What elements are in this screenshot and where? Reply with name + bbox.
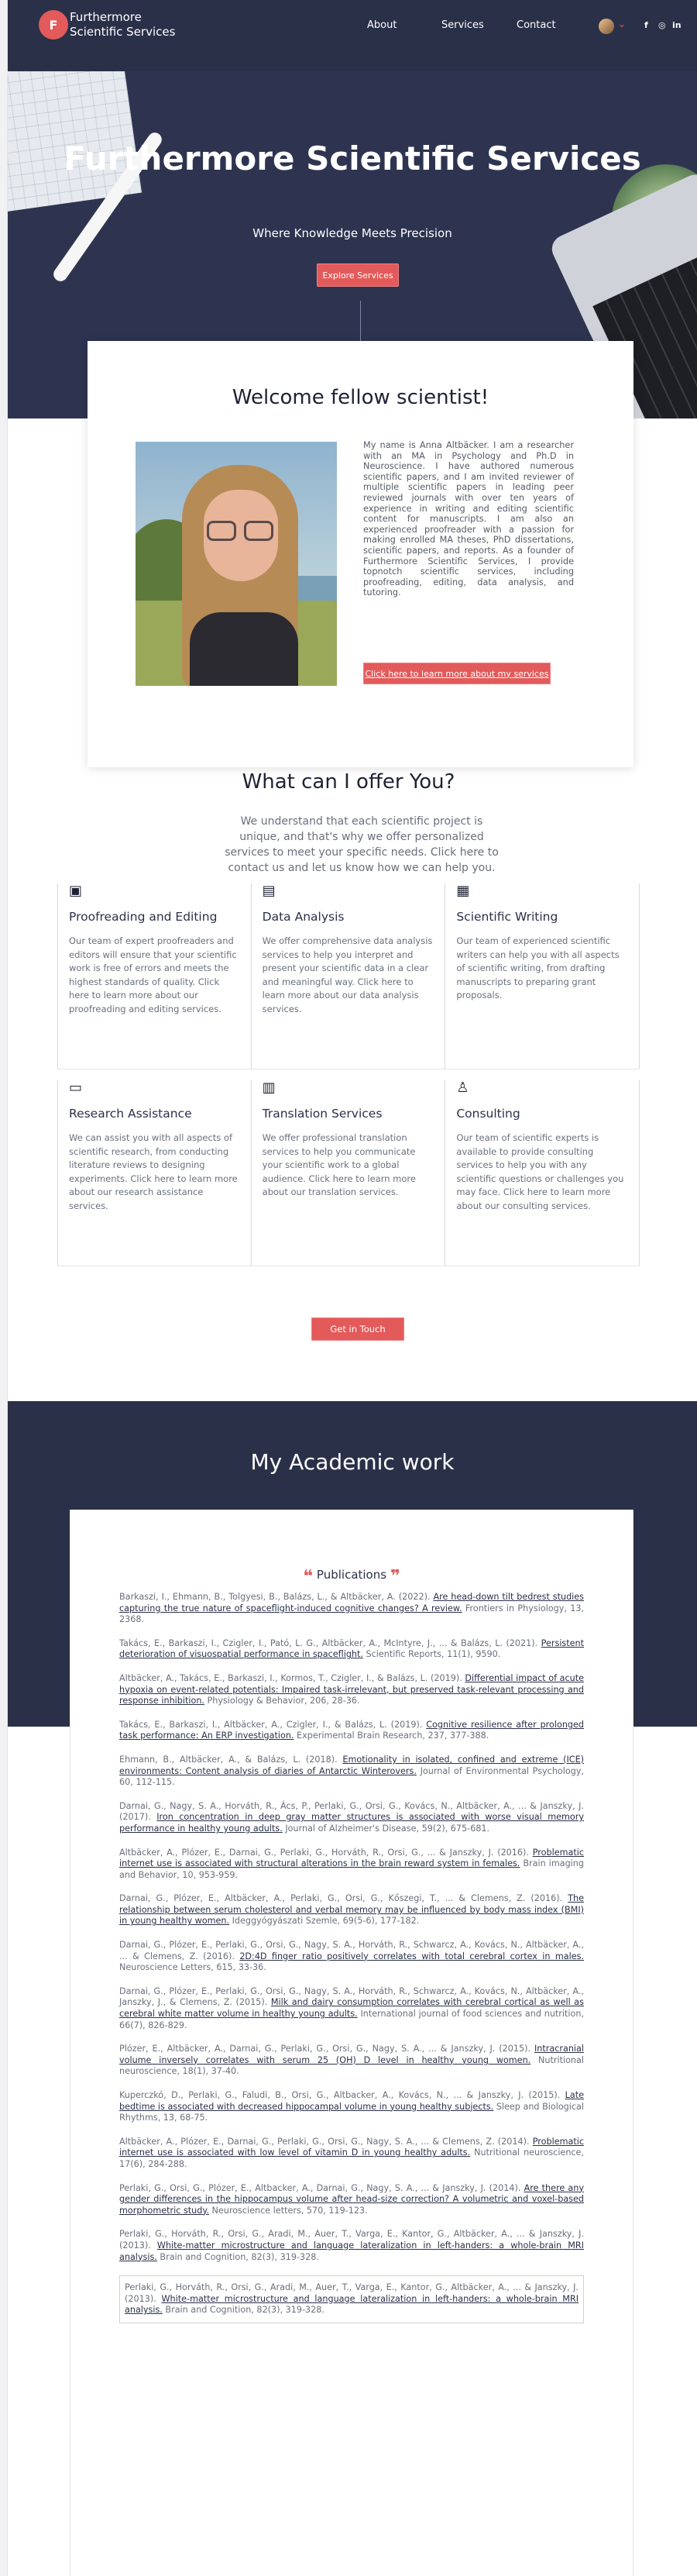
publication-entry: Ehmann, B., Altbäcker, A., & Balázs, L. … [119, 1755, 584, 1789]
publication-source: Ideggyógyászati Szemle, 69(5-6), 177-182… [229, 1916, 420, 1927]
publication-authors: Barkaszi, I., Ehmann, B., Tolgyesi, B., … [119, 1592, 434, 1602]
publication-source: Neuroscience Letters, 615, 33-36. [119, 1962, 266, 1973]
service-title: Translation Services [262, 1107, 383, 1121]
publications-heading: ❝ Publications ❞ [70, 1567, 633, 1586]
service-description: Our team of experienced scientific write… [456, 935, 620, 1000]
publication-list: Barkaszi, I., Ehmann, B., Tolgyesi, B., … [119, 1592, 584, 2336]
document-icon: ▥ [262, 1080, 276, 1096]
publication-entry: Altbäcker, A., Takács, E., Barkaszi, I.,… [119, 1673, 584, 1707]
publication-entry: Altbäcker, A., Plózer, E., Darnai, G., P… [119, 1848, 584, 1882]
publication-authors: Darnai, G., Plózer, E., Altbäcker, A., P… [119, 1893, 568, 1904]
nav-about[interactable]: About [367, 19, 397, 31]
publication-source: Neuroscience letters, 570, 119-123. [208, 2205, 368, 2216]
publication-entry: Darnai, G., Nagy, S. A., Horváth, R., Ác… [119, 1801, 584, 1835]
publication-entry: Altbäcker, A., Plózer, E., Darnai, G., P… [119, 2137, 584, 2171]
publication-entry: Plózer, E., Altbäcker, A., Darnai, G., P… [119, 2044, 584, 2078]
service-description: Our team of expert proofreaders and edit… [69, 935, 237, 1014]
publication-source: Journal of Alzheimer's Disease, 59(2), 6… [282, 1823, 490, 1834]
page: F Furthermore Scientific Services About … [0, 0, 697, 2576]
publication-authors: Ehmann, B., Altbäcker, A., & Balázs, L. … [119, 1754, 343, 1765]
publication-entry: Darnai, G., Plózer, E., Altbäcker, A., P… [119, 1893, 584, 1927]
service-title: Scientific Writing [456, 910, 558, 924]
service-translation[interactable]: ▥ Translation Services We offer professi… [251, 1080, 446, 1266]
folder-icon: ▣ [69, 883, 83, 899]
publication-source: Brain and Cognition, 82(3), 319-328. [156, 2251, 319, 2262]
publication-authors: Takács, E., Barkaszi, I., Czigler, I., P… [119, 1638, 541, 1648]
services-row-2: ▭ Research Assistance We can assist you … [57, 1080, 640, 1266]
publication-source: Brain and Cognition, 82(3), 319-328. [162, 2305, 324, 2316]
nav-services[interactable]: Services [441, 19, 484, 31]
services-row-1: ▣ Proofreading and Editing Our team of e… [57, 883, 640, 1069]
publications-label: Publications [316, 1568, 387, 1582]
publication-source: Scientific Reports, 11(1), 9590. [362, 1649, 501, 1660]
publication-entry: Kuperczkó, D., Perlaki, G., Faludi, B., … [119, 2090, 584, 2124]
user-avatar-icon[interactable] [599, 19, 614, 34]
service-description: Our team of scientific experts is availa… [456, 1132, 624, 1211]
publication-entry: Barkaszi, I., Ehmann, B., Tolgyesi, B., … [119, 1592, 584, 1626]
person-icon: ♙ [456, 1080, 469, 1096]
service-consulting[interactable]: ♙ Consulting Our team of scientific expe… [445, 1080, 640, 1266]
publication-entry: Perlaki, G., Horváth, R., Orsi, G., Arad… [119, 2229, 584, 2263]
service-research-assistance[interactable]: ▭ Research Assistance We can assist you … [57, 1080, 252, 1266]
left-gutter [0, 0, 8, 2576]
publication-entry: Perlaki, G., Orsi, G., Plózer, E., Altba… [119, 2183, 584, 2217]
portrait-photo [136, 442, 337, 686]
chat-icon: ▤ [262, 883, 276, 899]
facebook-icon[interactable]: f [644, 20, 648, 30]
hero-title: Furthermore Scientific Services [64, 139, 641, 177]
service-description: We offer comprehensive data analysis ser… [262, 935, 433, 1014]
nav-contact[interactable]: Contact [517, 19, 556, 31]
service-description: We offer professional translation servic… [262, 1132, 416, 1197]
service-description: We can assist you with all aspects of sc… [69, 1132, 238, 1211]
publication-entry: Darnai, G., Plózer, E., Perlaki, G., Ors… [119, 1986, 584, 2031]
academic-title: My Academic work [250, 1449, 455, 1475]
instagram-icon[interactable]: ◎ [658, 20, 666, 30]
site-logo-text[interactable]: Furthermore Scientific Services [70, 10, 194, 40]
publication-entry: Takács, E., Barkaszi, I., Czigler, I., P… [119, 1638, 584, 1661]
get-in-touch-button[interactable]: Get in Touch [311, 1317, 404, 1341]
publication-authors: Takács, E., Barkaszi, I., Altbäcker, A.,… [119, 1719, 427, 1730]
close-quote-icon: ❞ [390, 1567, 400, 1586]
publication-authors: Altbäcker, A., Takács, E., Barkaszi, I.,… [119, 1672, 465, 1683]
publication-entry: Perlaki, G., Horváth, R., Orsi, G., Arad… [119, 2275, 584, 2323]
laptop-icon: ▭ [69, 1080, 83, 1096]
publication-entry: Takács, E., Barkaszi, I., Altbäcker, A.,… [119, 1720, 584, 1742]
learn-more-services-button[interactable]: Click here to learn more about my servic… [363, 663, 551, 684]
publication-authors: Altbäcker, A., Plózer, E., Darnai, G., P… [119, 2136, 533, 2147]
publication-title-link[interactable]: 2D:4D finger ratio positively correlates… [239, 1951, 584, 1961]
publication-entry: Darnai, G., Plózer, E., Perlaki, G., Ors… [119, 1940, 584, 1974]
explore-services-button[interactable]: Explore Services [317, 263, 399, 287]
hero-subtitle: Where Knowledge Meets Precision [252, 226, 452, 240]
offer-description[interactable]: We understand that each scientific proje… [225, 814, 499, 876]
publication-authors: Altbäcker, A., Plózer, E., Darnai, G., P… [119, 1847, 533, 1858]
service-title: Consulting [456, 1107, 520, 1121]
site-header: F Furthermore Scientific Services About … [8, 0, 697, 71]
service-title: Proofreading and Editing [69, 910, 218, 924]
service-scientific-writing[interactable]: ▦ Scientific Writing Our team of experie… [445, 883, 640, 1069]
offer-title: What can I offer You? [242, 770, 455, 794]
service-title: Data Analysis [262, 910, 345, 924]
browser-icon: ▦ [456, 883, 470, 899]
publication-source: Experimental Brain Research, 237, 377-38… [294, 1731, 489, 1741]
chevron-down-icon[interactable]: ⌄ [618, 19, 626, 29]
publication-authors: Kuperczkó, D., Perlaki, G., Faludi, B., … [119, 2090, 565, 2100]
publication-authors: Perlaki, G., Orsi, G., Plózer, E., Altba… [119, 2182, 524, 2193]
open-quote-icon: ❝ [303, 1567, 314, 1586]
logo-icon[interactable]: F [39, 10, 68, 40]
welcome-title: Welcome fellow scientist! [232, 386, 489, 409]
linkedin-icon[interactable]: in [672, 20, 682, 30]
bio-text: My name is Anna Altbäcker. I am a resear… [363, 440, 574, 598]
service-title: Research Assistance [69, 1107, 192, 1121]
publication-authors: Plózer, E., Altbäcker, A., Darnai, G., P… [119, 2044, 534, 2054]
service-proofreading[interactable]: ▣ Proofreading and Editing Our team of e… [57, 883, 252, 1069]
welcome-card: Welcome fellow scientist! My name is Ann… [88, 341, 633, 767]
publications-card: ❝ Publications ❞ Barkaszi, I., Ehmann, B… [70, 1510, 633, 2576]
publication-source: Physiology & Behavior, 206, 28-36. [204, 1696, 360, 1706]
service-data-analysis[interactable]: ▤ Data Analysis We offer comprehensive d… [251, 883, 446, 1069]
